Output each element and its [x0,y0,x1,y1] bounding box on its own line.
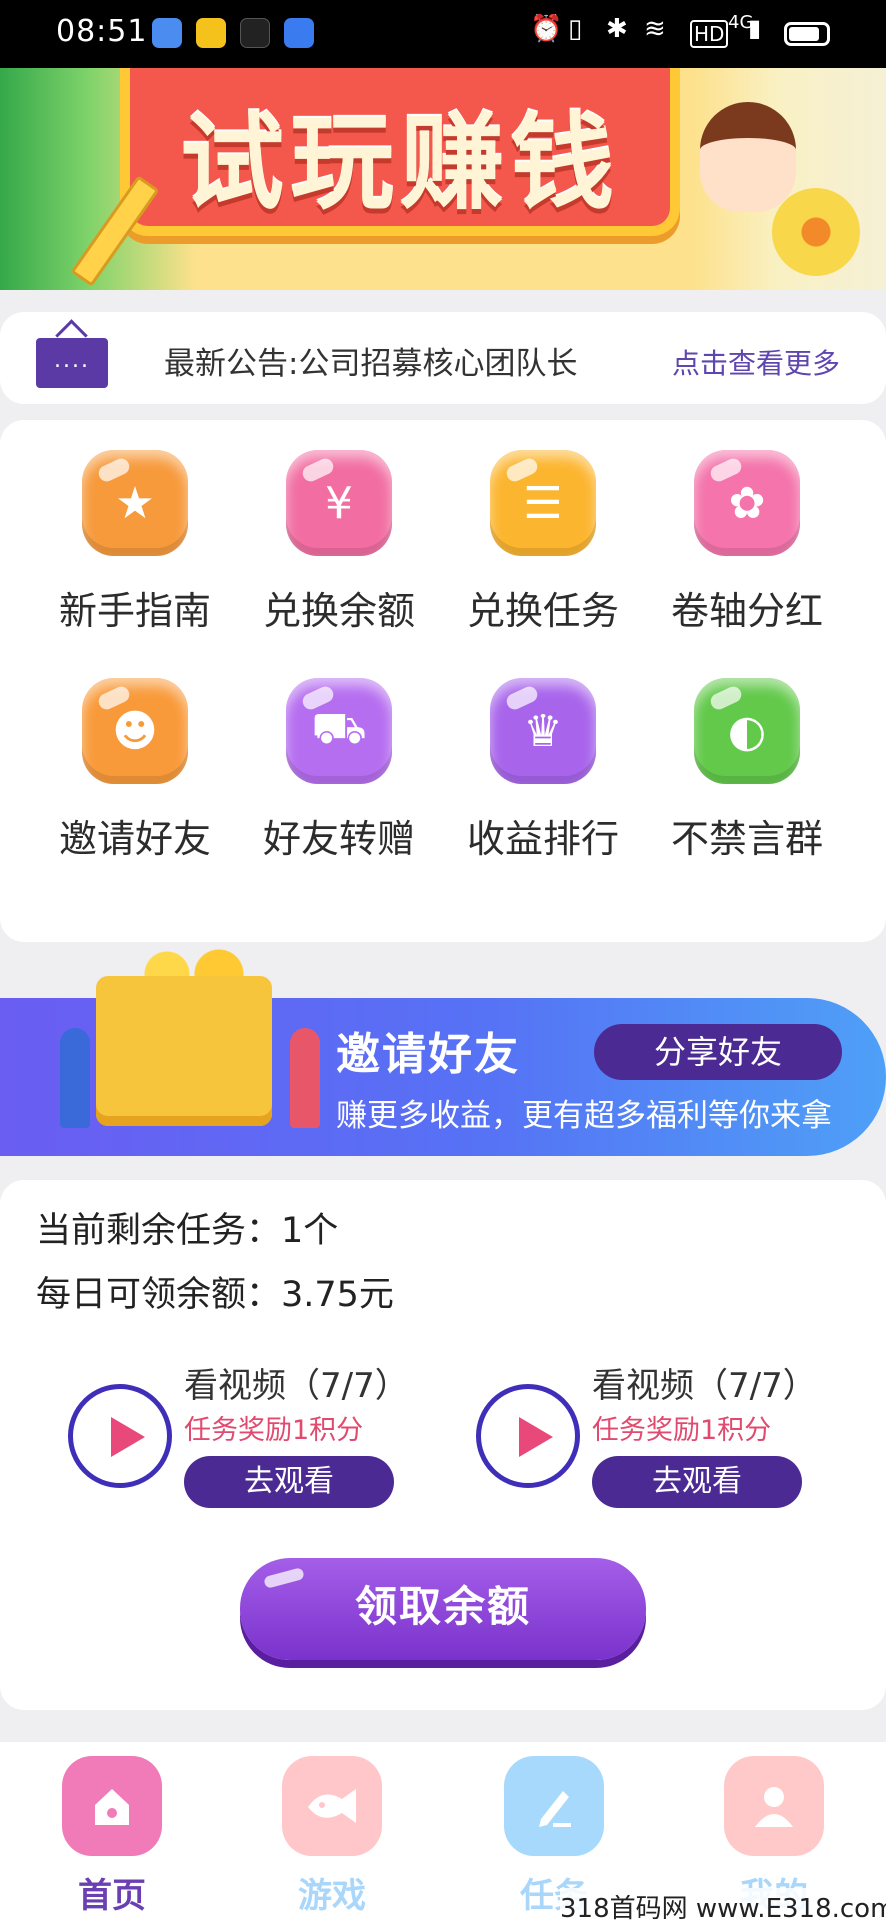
alarm-icon: ⏰ [530,14,563,44]
bluetooth-icon: ✱ [606,14,628,44]
infinity-app-icon [284,18,314,48]
exchange-balance-icon: ¥ [286,450,392,556]
top-banner[interactable]: 试玩赚钱 [0,68,886,290]
tab-label: 首页 [78,1876,146,1916]
person-illustration [290,1028,320,1128]
menu-item-exchange-task[interactable]: ☰ 兑换任务 [438,420,648,633]
daily-balance-text: 每日可领余额：3.75元 [36,1275,394,1315]
menu-item-friend-transfer[interactable]: ⛟ 好友转赠 [234,648,444,861]
hd-icon: HD [690,20,729,48]
wifi-icon: ≋ [644,14,666,44]
feature-grid: ★ 新手指南 ¥ 兑换余额 ☰ 兑换任务 ✿ 卷轴分红 ☻ 邀请好友 ⛟ 好友转… [0,420,886,942]
announcement-board-icon: .... [36,338,108,388]
weibo-icon [196,18,226,48]
menu-label: 卷轴分红 [670,589,823,633]
menu-label: 新手指南 [58,589,211,633]
menu-item-exchange-balance[interactable]: ¥ 兑换余额 [234,420,444,633]
remaining-tasks-text: 当前剩余任务：1个 [36,1211,339,1251]
invite-title: 邀请好友 [336,1029,520,1080]
menu-item-invite-friends[interactable]: ☻ 邀请好友 [30,648,240,861]
tab-label: 游戏 [298,1876,366,1916]
wallet-illustration [96,976,272,1126]
piggy-bank-icon: ✿ [694,450,800,556]
invite-friends-icon: ☻ [82,678,188,784]
announcement-text: 最新公告:公司招募核心团队长 [164,346,578,382]
exchange-task-icon: ☰ [490,450,596,556]
planet-icon: ◐ [694,678,800,784]
battery-icon [784,22,830,46]
play-icon[interactable] [68,1384,172,1488]
guide-icon: ★ [82,450,188,556]
app-notification-icon [152,18,182,48]
site-watermark: 318首码网 www.E318.com [560,1888,886,1920]
menu-item-newbie-guide[interactable]: ★ 新手指南 [30,420,240,633]
cart-icon: ⛟ [286,678,392,784]
tab-home[interactable]: 首页 [32,1756,192,1916]
video-task-title: 看视频（7/7） [184,1366,409,1406]
menu-label: 不禁言群 [670,817,823,861]
task-pen-icon [504,1756,604,1856]
video-task: 看视频（7/7） 任务奖励1积分 去观看 [68,1352,409,1522]
profile-icon [724,1756,824,1856]
menu-label: 兑换余额 [262,589,415,633]
tiktok-icon [240,18,270,48]
signal-icon: ▮ [748,14,762,42]
watch-button[interactable]: 去观看 [592,1456,802,1508]
menu-label: 兑换任务 [466,589,619,633]
announcement-bar[interactable]: .... 最新公告:公司招募核心团队长 点击查看更多 [0,312,886,404]
girl-illustration [700,102,796,212]
video-task-reward: 任务奖励1积分 [184,1415,364,1446]
video-task: 看视频（7/7） 任务奖励1积分 去观看 [476,1352,817,1522]
video-task-title: 看视频（7/7） [592,1366,817,1406]
home-icon [62,1756,162,1856]
view-more-link[interactable]: 点击查看更多 [672,342,840,382]
tab-games[interactable]: 游戏 [252,1756,412,1916]
watch-button[interactable]: 去观看 [184,1456,394,1508]
menu-label: 收益排行 [466,817,619,861]
status-bar: 08:51 ⏰ ▯ ✱ ≋ HD 4G ▮ [0,0,886,68]
menu-item-scroll-dividend[interactable]: ✿ 卷轴分红 [642,420,852,633]
menu-item-earnings-ranking[interactable]: ♛ 收益排行 [438,648,648,861]
menu-item-open-chat-group[interactable]: ◐ 不禁言群 [642,648,852,861]
trophy-icon: ♛ [490,678,596,784]
status-time: 08:51 [56,14,148,49]
video-task-reward: 任务奖励1积分 [592,1415,772,1446]
claim-balance-button[interactable]: 领取余额 [240,1558,646,1660]
vibrate-icon: ▯ [568,14,583,44]
menu-label: 邀请好友 [58,817,211,861]
menu-label: 好友转赠 [262,817,415,861]
invite-subtitle: 赚更多收益，更有超多福利等你来拿 [336,1098,832,1134]
person-illustration [60,1028,90,1128]
play-icon[interactable] [476,1384,580,1488]
banner-board: 试玩赚钱 [120,68,680,236]
game-icon [282,1756,382,1856]
share-friends-button[interactable]: 分享好友 [594,1024,842,1080]
invite-banner[interactable]: 邀请好友 赚更多收益，更有超多福利等你来拿 分享好友 [0,948,886,1156]
propeller-illustration [772,188,860,276]
banner-title: 试玩赚钱 [179,102,620,224]
